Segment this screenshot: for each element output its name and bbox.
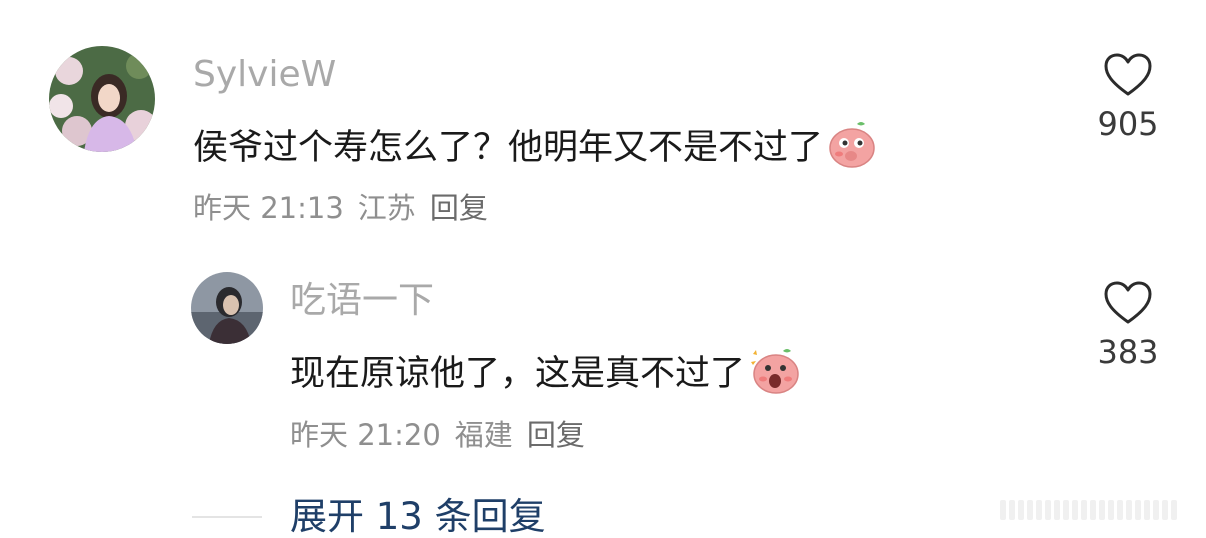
like-button[interactable]: 383 [1094, 280, 1162, 368]
expand-replies-button[interactable]: 展开 13 条回复 [290, 498, 546, 535]
like-button[interactable]: 905 [1094, 52, 1162, 140]
watermark-decoration [1000, 500, 1177, 520]
reply-button[interactable]: 回复 [430, 191, 488, 225]
comment-meta: 昨天 21:20 福建 回复 [290, 421, 585, 450]
pig-shock-emoji-icon [749, 346, 801, 403]
pig-blush-emoji-icon [827, 120, 877, 177]
comment-username[interactable]: SylvieW [193, 57, 336, 93]
avatar[interactable] [49, 46, 155, 152]
heart-icon[interactable] [1103, 280, 1153, 326]
heart-icon[interactable] [1103, 52, 1153, 98]
comment-time: 昨天 21:20 [290, 418, 441, 452]
avatar[interactable] [191, 272, 263, 344]
like-count: 383 [1097, 333, 1159, 371]
comment-location: 福建 [454, 418, 513, 452]
comment-location: 江苏 [357, 191, 416, 225]
comment-meta: 昨天 21:13 江苏 回复 [193, 194, 488, 223]
comment-text: 现在原谅他了，这是真不过了 [290, 346, 801, 403]
comment-text-content: 现在原谅他了，这是真不过了 [290, 354, 746, 394]
comment-text: 侯爷过个寿怎么了？他明年又不是不过了 [193, 120, 877, 177]
comment-username[interactable]: 吃语一下 [290, 283, 434, 319]
comment-text-content: 侯爷过个寿怎么了？他明年又不是不过了 [193, 128, 824, 168]
reply-button[interactable]: 回复 [527, 418, 585, 452]
divider [192, 516, 262, 518]
like-count: 905 [1097, 105, 1159, 143]
comment-time: 昨天 21:13 [193, 191, 344, 225]
